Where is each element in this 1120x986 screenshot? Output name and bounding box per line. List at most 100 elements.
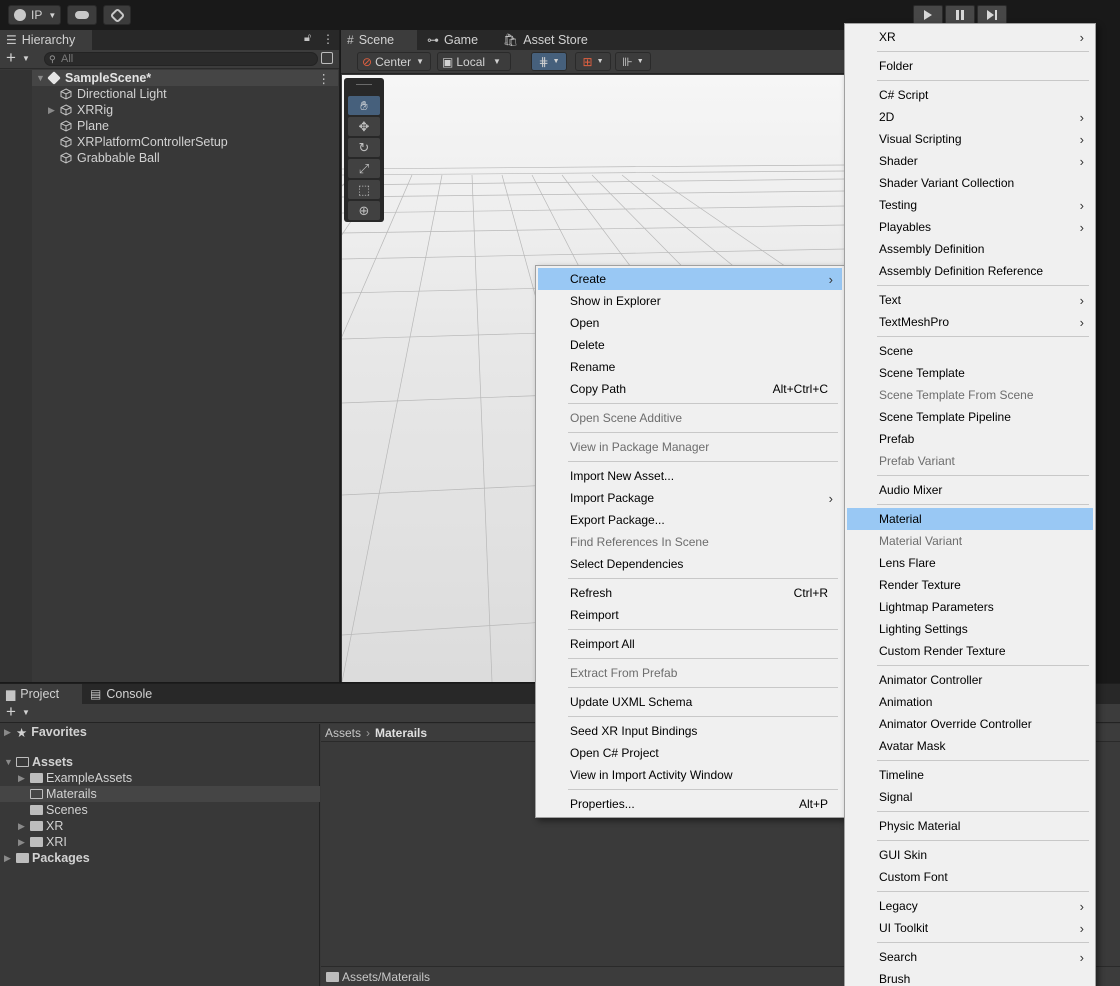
- folder-row[interactable]: ▶ XRI: [18, 834, 67, 850]
- create-menu-item-brush[interactable]: Brush: [847, 968, 1093, 986]
- hierarchy-item[interactable]: Directional Light: [32, 86, 338, 102]
- grid-snapping-toggle[interactable]: ⋕ ▼: [531, 52, 567, 71]
- context-menu-item-rename[interactable]: Rename: [538, 356, 842, 378]
- create-menu-item-textmeshpro[interactable]: TextMeshPro ›: [847, 311, 1093, 333]
- add-icon[interactable]: +: [6, 702, 16, 722]
- context-menu-item-import-new-asset[interactable]: Import New Asset...: [538, 465, 842, 487]
- expand-arrow-icon[interactable]: ▶: [48, 105, 60, 116]
- tab-console[interactable]: ▤ Console: [84, 684, 166, 704]
- chevron-down-icon[interactable]: ▼: [22, 708, 30, 717]
- context-menu-item-open[interactable]: Open: [538, 312, 842, 334]
- pivot-space-dropdown[interactable]: ▣ Local ▼: [437, 52, 511, 71]
- create-menu-item-text[interactable]: Text ›: [847, 289, 1093, 311]
- hand-tool-button[interactable]: ✋︎: [348, 96, 380, 115]
- tab-project[interactable]: ▆ Project: [0, 684, 82, 704]
- create-menu-item-gui-skin[interactable]: GUI Skin: [847, 844, 1093, 866]
- context-menu-item-delete[interactable]: Delete: [538, 334, 842, 356]
- create-menu-item-timeline[interactable]: Timeline: [847, 764, 1093, 786]
- expand-arrow-icon[interactable]: ▶: [18, 837, 30, 848]
- assets-row[interactable]: ▼ Assets: [4, 754, 73, 770]
- context-menu-item-export-package[interactable]: Export Package...: [538, 509, 842, 531]
- account-dropdown[interactable]: IP ▼: [8, 5, 61, 25]
- create-menu-item-audio-mixer[interactable]: Audio Mixer: [847, 479, 1093, 501]
- expand-arrow-icon[interactable]: ▼: [4, 757, 16, 767]
- hierarchy-row-scene[interactable]: ▼ SampleScene* ⋮: [32, 70, 338, 86]
- context-menu-item-reimport-all[interactable]: Reimport All: [538, 633, 842, 655]
- create-menu-item-prefab[interactable]: Prefab: [847, 428, 1093, 450]
- create-menu-item-material[interactable]: Material: [847, 508, 1093, 530]
- lock-icon[interactable]: 🔓︎: [304, 32, 311, 45]
- scene-options-icon[interactable]: ⋮: [318, 71, 331, 86]
- create-menu-item-xr[interactable]: XR ›: [847, 26, 1093, 48]
- context-menu-item-seed-xr-input-bindings[interactable]: Seed XR Input Bindings: [538, 720, 842, 742]
- create-menu-item-animator-controller[interactable]: Animator Controller: [847, 669, 1093, 691]
- create-menu-item-custom-font[interactable]: Custom Font: [847, 866, 1093, 888]
- context-menu-item-select-dependencies[interactable]: Select Dependencies: [538, 553, 842, 575]
- create-menu-item-lighting-settings[interactable]: Lighting Settings: [847, 618, 1093, 640]
- create-menu-item-folder[interactable]: Folder: [847, 55, 1093, 77]
- create-menu-item-assembly-definition-reference[interactable]: Assembly Definition Reference: [847, 260, 1093, 282]
- packages-row[interactable]: ▶ Packages: [4, 850, 90, 866]
- create-menu-item-scene-template-pipeline[interactable]: Scene Template Pipeline: [847, 406, 1093, 428]
- breadcrumb-item[interactable]: Materails: [375, 726, 427, 740]
- create-menu-item-shader-variant-collection[interactable]: Shader Variant Collection: [847, 172, 1093, 194]
- create-menu-item-animation[interactable]: Animation: [847, 691, 1093, 713]
- create-menu-item-custom-render-texture[interactable]: Custom Render Texture: [847, 640, 1093, 662]
- create-menu-item-lightmap-parameters[interactable]: Lightmap Parameters: [847, 596, 1093, 618]
- create-menu-item-c-script[interactable]: C# Script: [847, 84, 1093, 106]
- hierarchy-item[interactable]: Grabbable Ball: [32, 150, 338, 166]
- create-menu-item-playables[interactable]: Playables ›: [847, 216, 1093, 238]
- increment-snap-toggle[interactable]: ⊞ ▼: [575, 52, 611, 71]
- tab-game[interactable]: ⊶ Game: [421, 30, 497, 50]
- tab-asset-store[interactable]: 🛍︎ Asset Store: [497, 30, 597, 50]
- more-options-icon[interactable]: ⋮: [322, 32, 334, 46]
- context-menu-item-refresh[interactable]: Refresh Ctrl+R: [538, 582, 842, 604]
- hierarchy-search-input[interactable]: ⚲ All: [44, 52, 318, 66]
- context-menu-item-import-package[interactable]: Import Package ›: [538, 487, 842, 509]
- context-menu-item-copy-path[interactable]: Copy Path Alt+Ctrl+C: [538, 378, 842, 400]
- context-menu-item-reimport[interactable]: Reimport: [538, 604, 842, 626]
- scene-picker-icon[interactable]: [321, 52, 333, 64]
- create-menu-item-2d[interactable]: 2D ›: [847, 106, 1093, 128]
- create-menu-item-lens-flare[interactable]: Lens Flare: [847, 552, 1093, 574]
- context-menu-item-properties[interactable]: Properties... Alt+P: [538, 793, 842, 815]
- cloud-button[interactable]: [67, 5, 97, 25]
- ruler-toggle[interactable]: ⊪ ▼: [615, 52, 651, 71]
- rotate-tool-button[interactable]: ↻: [348, 138, 380, 157]
- expand-arrow-icon[interactable]: ▼: [36, 73, 48, 83]
- create-menu-item-ui-toolkit[interactable]: UI Toolkit ›: [847, 917, 1093, 939]
- move-tool-button[interactable]: ✥: [348, 117, 380, 136]
- create-menu-item-legacy[interactable]: Legacy ›: [847, 895, 1093, 917]
- step-button[interactable]: [977, 5, 1007, 25]
- folder-row-selected[interactable]: Materails: [0, 786, 320, 802]
- context-menu-item-update-uxml-schema[interactable]: Update UXML Schema: [538, 691, 842, 713]
- create-menu-item-animator-override-controller[interactable]: Animator Override Controller: [847, 713, 1093, 735]
- expand-arrow-icon[interactable]: ▶: [18, 821, 30, 832]
- create-menu-item-visual-scripting[interactable]: Visual Scripting ›: [847, 128, 1093, 150]
- rect-tool-button[interactable]: ⬚: [348, 180, 380, 199]
- create-menu-item-signal[interactable]: Signal: [847, 786, 1093, 808]
- chevron-down-icon[interactable]: ▼: [22, 54, 30, 63]
- context-menu-item-open-c-project[interactable]: Open C# Project: [538, 742, 842, 764]
- create-menu-item-render-texture[interactable]: Render Texture: [847, 574, 1093, 596]
- expand-arrow-icon[interactable]: ▶: [4, 853, 16, 864]
- hierarchy-item[interactable]: Plane: [32, 118, 338, 134]
- create-menu-item-physic-material[interactable]: Physic Material: [847, 815, 1093, 837]
- folder-row[interactable]: ▶ ExampleAssets: [18, 770, 132, 786]
- create-menu-item-assembly-definition[interactable]: Assembly Definition: [847, 238, 1093, 260]
- folder-row[interactable]: ▶ XR: [18, 818, 63, 834]
- tab-scene[interactable]: # Scene: [341, 30, 417, 50]
- play-button[interactable]: [913, 5, 943, 25]
- scale-tool-button[interactable]: ⤢: [348, 159, 380, 178]
- hierarchy-item[interactable]: ▶ XRRig: [32, 102, 338, 118]
- context-menu-item-view-in-import-activity-window[interactable]: View in Import Activity Window: [538, 764, 842, 786]
- context-menu-item-show-in-explorer[interactable]: Show in Explorer: [538, 290, 842, 312]
- expand-arrow-icon[interactable]: ▶: [18, 773, 30, 784]
- collab-button[interactable]: [103, 5, 131, 25]
- create-menu-item-scene-template[interactable]: Scene Template: [847, 362, 1093, 384]
- hierarchy-item[interactable]: XRPlatformControllerSetup: [32, 134, 338, 150]
- add-icon[interactable]: +: [6, 48, 16, 68]
- pivot-mode-dropdown[interactable]: ⊘ Center ▼: [357, 52, 431, 71]
- create-menu-item-shader[interactable]: Shader ›: [847, 150, 1093, 172]
- favorites-row[interactable]: ▶ ★ Favorites: [4, 724, 87, 740]
